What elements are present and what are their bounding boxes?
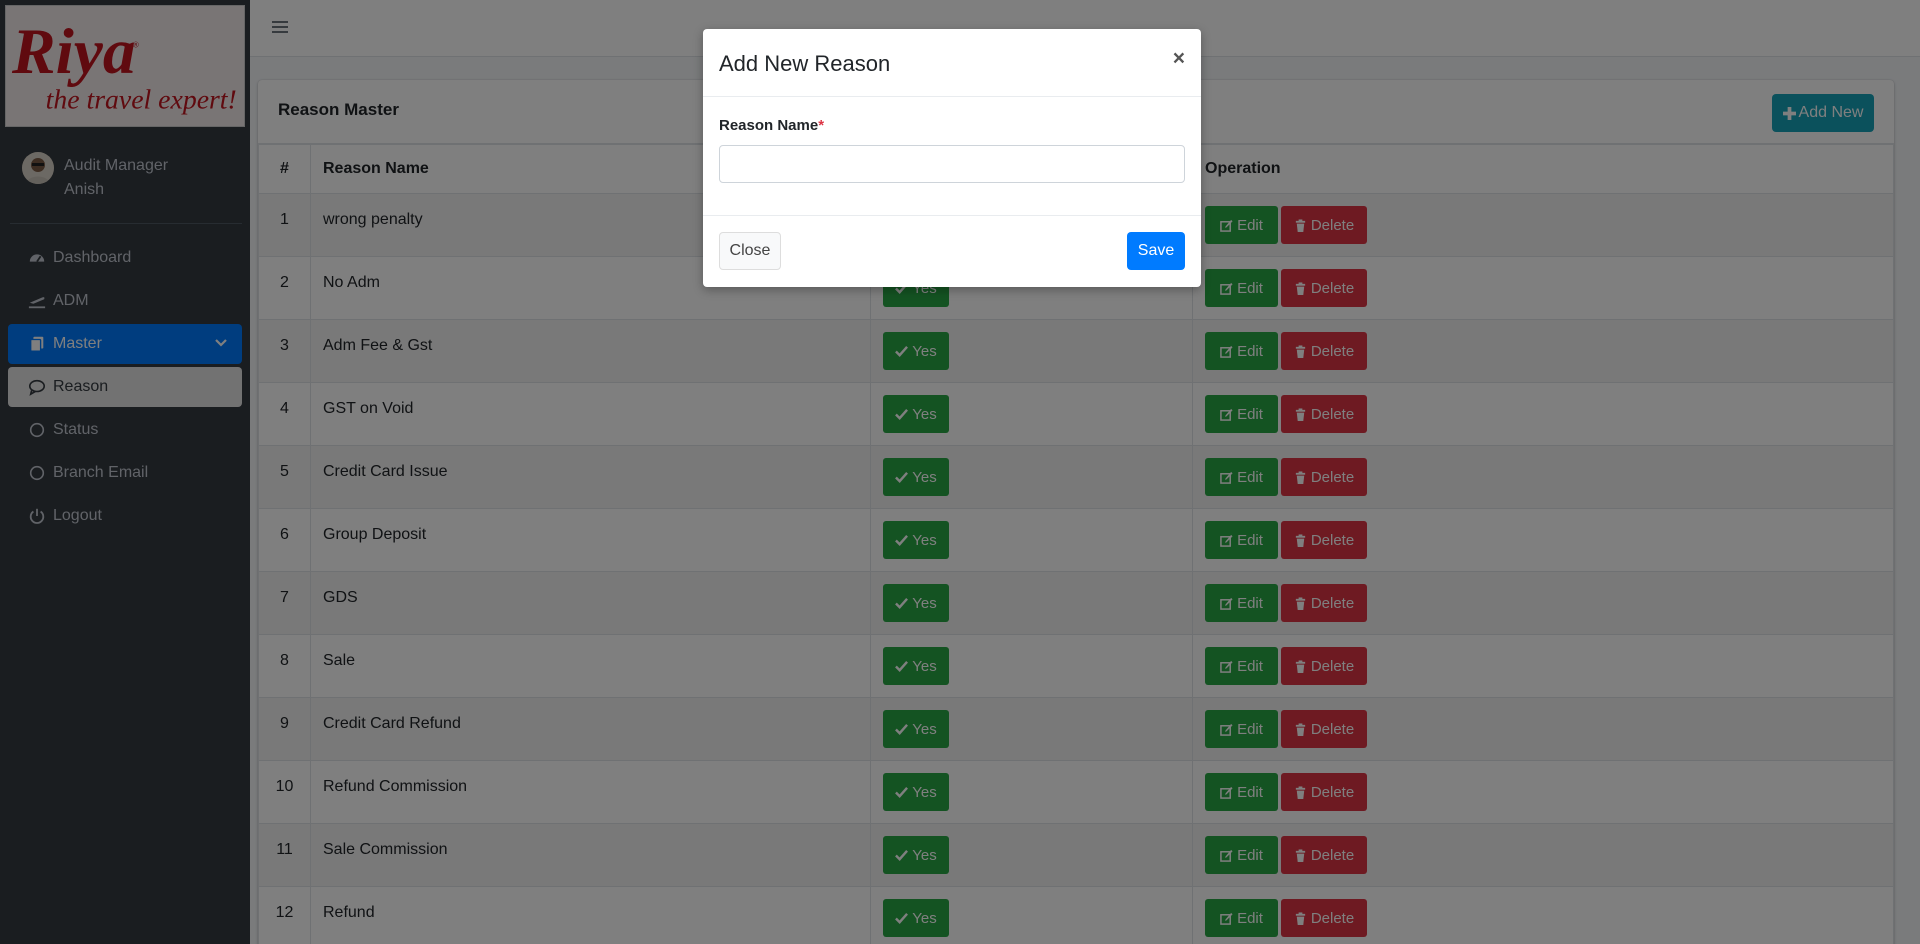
reason-name-label: Reason Name* <box>719 117 824 134</box>
close-icon[interactable]: × <box>1173 47 1185 71</box>
modal-body: Reason Name* <box>719 117 1185 183</box>
required-mark: * <box>818 117 825 134</box>
modal-title: Add New Reason <box>719 51 891 76</box>
save-button[interactable]: Save <box>1127 232 1185 270</box>
reason-name-label-text: Reason Name <box>719 117 819 134</box>
modal-footer: Close Save <box>703 215 1201 287</box>
modal-header: Add New Reason × <box>703 29 1201 97</box>
close-button[interactable]: Close <box>719 232 781 270</box>
add-reason-modal: Add New Reason × Reason Name* Close Save <box>703 29 1201 287</box>
reason-name-input[interactable] <box>719 145 1185 183</box>
